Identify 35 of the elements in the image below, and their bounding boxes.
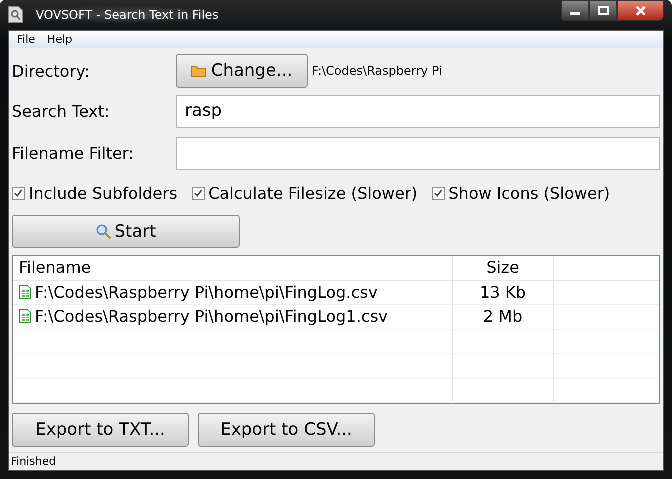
table-cell: 2 Mb xyxy=(483,307,523,326)
checkbox[interactable] xyxy=(192,186,205,200)
status-bar: Finished xyxy=(9,452,663,470)
start-button[interactable]: Start xyxy=(12,215,240,248)
export-button[interactable]: Export to TXT... xyxy=(12,413,189,447)
search-icon xyxy=(96,224,112,240)
close-icon xyxy=(634,6,646,16)
search-text-label: Search Text: xyxy=(12,102,111,120)
column-header[interactable]: Size xyxy=(453,256,554,280)
spreadsheet-icon xyxy=(19,284,32,300)
checkbox[interactable] xyxy=(12,186,25,200)
checkbox[interactable] xyxy=(432,186,445,200)
column-header[interactable]: Filename xyxy=(13,256,453,280)
app-icon xyxy=(8,6,24,24)
search-text-field[interactable]: rasp xyxy=(176,94,660,128)
folder-icon xyxy=(191,64,208,78)
table-cell: 13 Kb xyxy=(480,282,526,302)
filename-filter-field[interactable] xyxy=(176,136,660,170)
spreadsheet-icon xyxy=(19,309,32,324)
export-button[interactable]: Export to CSV... xyxy=(198,413,375,447)
maximize-button[interactable] xyxy=(589,0,617,21)
directory-label: Directory: xyxy=(12,62,91,80)
menu-item[interactable]: File xyxy=(11,33,42,46)
checkbox-label[interactable]: Include Subfolders xyxy=(29,184,178,202)
directory-path: F:\Codes\Raspberry Pi xyxy=(312,64,442,78)
checkbox-label[interactable]: Calculate Filesize (Slower) xyxy=(208,184,418,202)
filename-filter-label: Filename Filter: xyxy=(12,144,135,162)
maximize-icon xyxy=(598,6,608,15)
table-cell: F:\Codes\Raspberry Pi\home\pi\FingLog1.csv xyxy=(35,307,388,326)
change-button[interactable]: Change... xyxy=(176,54,308,88)
checkbox-label[interactable]: Show Icons (Slower) xyxy=(448,184,610,202)
table-cell: F:\Codes\Raspberry Pi\home\pi\FingLog.csv xyxy=(35,282,378,302)
minimize-button[interactable] xyxy=(561,0,589,21)
close-button[interactable] xyxy=(617,0,664,21)
menu-item[interactable]: Help xyxy=(41,33,78,46)
